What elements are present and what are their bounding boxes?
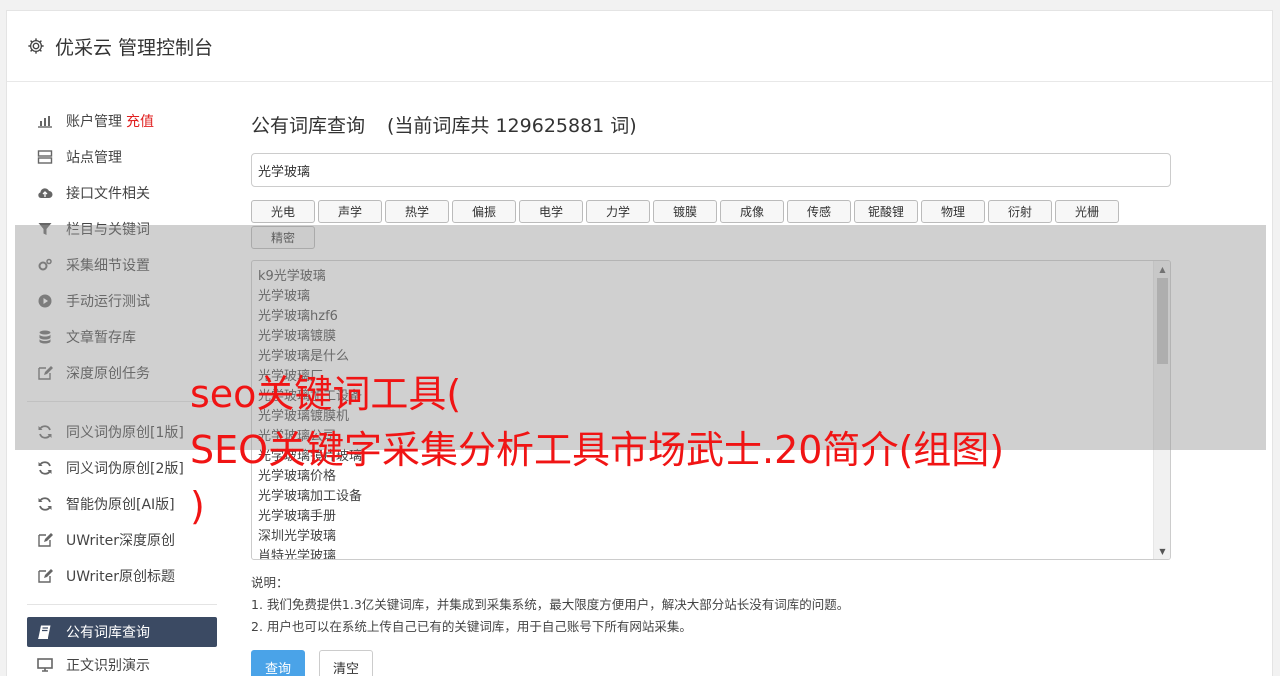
tag-button-3[interactable]: 偏振	[452, 200, 516, 223]
sidebar-item-label: UWriter原创标题	[66, 569, 175, 585]
notes: 说明： 1. 我们免费提供1.3亿关键词库，并集成到采集系统，最大限度方便用户，…	[251, 572, 1171, 638]
sidebar-item-a-0[interactable]: 账户管理 充值	[27, 103, 217, 139]
tag-button-2[interactable]: 热学	[385, 200, 449, 223]
sidebar-item-label: 站点管理	[66, 150, 122, 166]
tag-button-1[interactable]: 声学	[318, 200, 382, 223]
clear-button[interactable]: 清空	[319, 650, 373, 676]
edit-icon	[37, 532, 53, 548]
word-count: (当前词库共 129625881 词)	[387, 115, 637, 137]
refresh-icon	[37, 496, 53, 512]
tag-button-10[interactable]: 物理	[921, 200, 985, 223]
gear-icon	[27, 37, 45, 55]
sidebar-item-b-4[interactable]: UWriter原创标题	[27, 558, 217, 594]
sidebar-item-label: 正文识别演示	[66, 658, 150, 674]
sidebar-item-b-1[interactable]: 同义词伪原创[2版]	[27, 450, 217, 486]
note-1: 1. 我们免费提供1.3亿关键词库，并集成到采集系统，最大限度方便用户，解决大部…	[251, 597, 850, 612]
sidebar-item-label: 接口文件相关	[66, 186, 150, 202]
edit-icon	[37, 568, 53, 584]
sidebar-item-a-2[interactable]: 接口文件相关	[27, 175, 217, 211]
cloud-upload-icon	[37, 185, 53, 201]
sidebar-item-label: 账户管理	[66, 114, 122, 130]
page-title-text: 公有词库查询	[251, 115, 366, 137]
tag-button-9[interactable]: 铌酸锂	[854, 200, 918, 223]
app-title: 优采云 管理控制台	[55, 36, 214, 59]
sidebar-item-a-1[interactable]: 站点管理	[27, 139, 217, 175]
watermark-line: SEO关键字采集分析工具市场武士.20简介(组图)	[190, 428, 1005, 472]
sidebar-item-b-2[interactable]: 智能伪原创[AI版]	[27, 486, 217, 522]
search-input[interactable]: 光学玻璃	[251, 153, 1171, 187]
scroll-down-icon[interactable]: ▼	[1154, 543, 1170, 559]
watermark-line: )	[190, 484, 205, 528]
note-2: 2. 用户也可以在系统上传自己已有的关键词库，用于自己账号下所有网站采集。	[251, 619, 692, 634]
sidebar-item-b-3[interactable]: UWriter深度原创	[27, 522, 217, 558]
sidebar-item-label: 公有词库查询	[66, 625, 150, 641]
refresh-icon	[37, 460, 53, 476]
sidebar-item-c-0[interactable]: 公有词库查询	[27, 617, 217, 647]
monitor-icon	[37, 657, 53, 673]
tag-button-11[interactable]: 衍射	[988, 200, 1052, 223]
notes-title: 说明：	[251, 575, 289, 590]
tag-button-6[interactable]: 镀膜	[653, 200, 717, 223]
tag-button-0[interactable]: 光电	[251, 200, 315, 223]
sidebar-item-c-1[interactable]: 正文识别演示	[27, 647, 217, 676]
query-button[interactable]: 查询	[251, 650, 305, 676]
server-icon	[37, 149, 53, 165]
sidebar-item-label: 智能伪原创[AI版]	[66, 497, 175, 513]
page-title: 公有词库查询 (当前词库共 129625881 词)	[251, 111, 1171, 141]
action-buttons: 查询 清空	[251, 650, 1171, 676]
watermark-line: seo关键词工具(	[190, 372, 462, 416]
watermark-text: seo关键词工具( SEO关键字采集分析工具市场武士.20简介(组图))	[190, 366, 1110, 534]
sidebar-item-label: 同义词伪原创[2版]	[66, 461, 184, 477]
header: 优采云 管理控制台	[7, 11, 1272, 82]
recharge-link[interactable]: 充值	[126, 111, 154, 131]
sidebar-divider	[27, 604, 217, 605]
bar-chart-icon	[37, 113, 53, 129]
book-icon	[37, 624, 53, 640]
tag-button-4[interactable]: 电学	[519, 200, 583, 223]
tag-button-7[interactable]: 成像	[720, 200, 784, 223]
sidebar-item-label: UWriter深度原创	[66, 533, 175, 549]
list-item[interactable]: 肖特光学玻璃	[258, 547, 1164, 559]
tag-button-8[interactable]: 传感	[787, 200, 851, 223]
tag-button-12[interactable]: 光栅	[1055, 200, 1119, 223]
search-input-value: 光学玻璃	[258, 164, 311, 180]
tag-button-5[interactable]: 力学	[586, 200, 650, 223]
